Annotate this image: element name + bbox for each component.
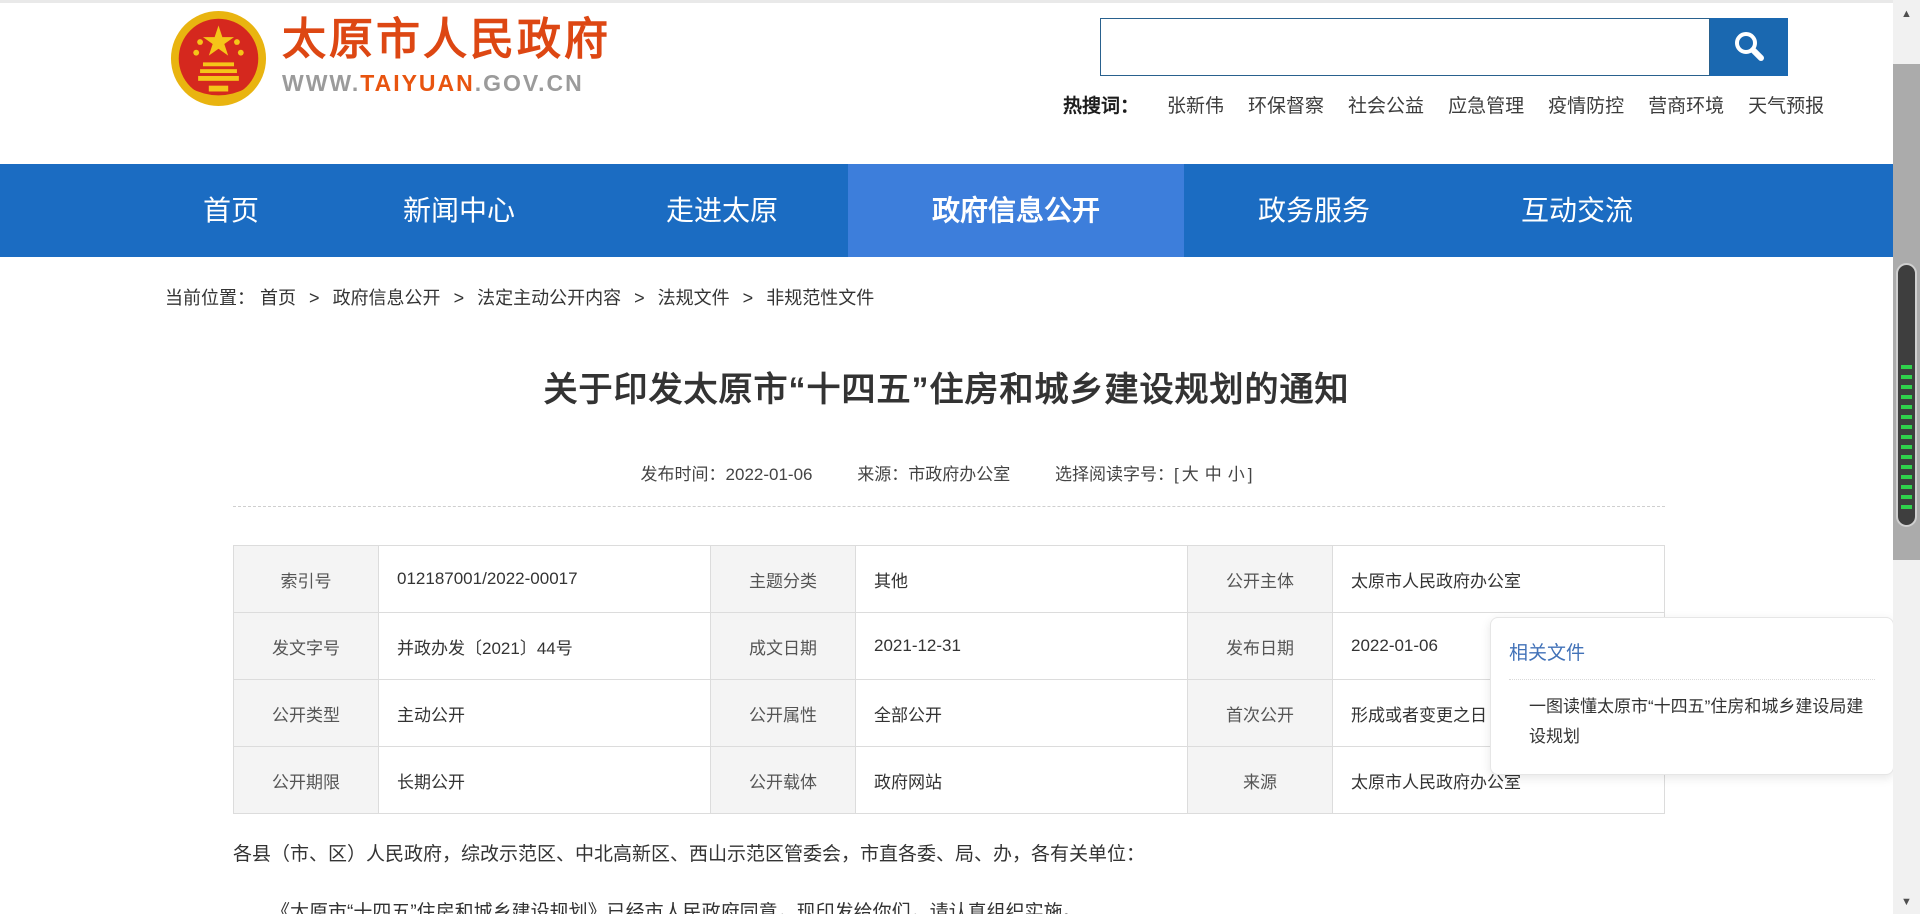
nav-item-home[interactable]: 首页 (140, 164, 322, 257)
cell-label: 成文日期 (711, 613, 856, 680)
cell-value: 2021-12-31 (856, 613, 1188, 680)
search-bar (1100, 18, 1788, 76)
cell-label: 公开属性 (711, 680, 856, 747)
cell-value: 其他 (856, 546, 1188, 613)
hot-search-label: 热搜词： (1063, 91, 1139, 118)
site-title: 太原市人民政府 (282, 14, 611, 66)
hot-keyword[interactable]: 疫情防控 (1548, 91, 1624, 118)
site-url: WWW.TAIYUAN.GOV.CN (282, 70, 611, 97)
cell-value: 012187001/2022-00017 (379, 546, 711, 613)
breadcrumb-separator: > (634, 288, 645, 308)
cell-value: 政府网站 (856, 747, 1188, 814)
font-size-small-button[interactable]: 小 (1228, 465, 1245, 484)
cell-label: 首次公开 (1188, 680, 1333, 747)
article-meta: 发布时间：2022-01-06 来源：市政府办公室 选择阅读字号：[大中小] (0, 460, 1893, 485)
source-label: 来源： (857, 465, 908, 484)
scrollbar-stripes (1901, 365, 1912, 513)
nav-item-gov-info-active[interactable]: 政府信息公开 (848, 164, 1184, 257)
breadcrumb-separator: > (454, 288, 465, 308)
scrollbar-down-arrow[interactable]: ▼ (1893, 892, 1920, 912)
table-row: 公开类型 主动公开 公开属性 全部公开 首次公开 形成或者变更之日 (234, 680, 1665, 747)
site-logo[interactable]: 太原市人民政府 WWW.TAIYUAN.GOV.CN (170, 10, 670, 110)
breadcrumb-regulations[interactable]: 法规文件 (658, 288, 730, 308)
nav-item-interaction[interactable]: 互动交流 (1444, 164, 1710, 257)
related-file-link[interactable]: 一图读懂太原市“十四五”住房和城乡建设局建设规划 (1509, 692, 1875, 752)
breadcrumb-home[interactable]: 首页 (260, 288, 296, 308)
article-paragraph: 《太原市“十四五”住房和城乡建设规划》已经市人民政府同意，现印发给你们，请认真组… (233, 898, 1613, 914)
related-files-divider (1509, 679, 1875, 680)
hot-keyword[interactable]: 营商环境 (1648, 91, 1724, 118)
breadcrumb-separator: > (309, 288, 320, 308)
hot-keyword[interactable]: 应急管理 (1448, 91, 1524, 118)
meta-divider (233, 506, 1665, 507)
bracket-open: [ (1174, 465, 1179, 484)
url-domain: TAIYUAN (360, 70, 475, 96)
brand-text: 太原市人民政府 WWW.TAIYUAN.GOV.CN (282, 14, 611, 97)
source-value: 市政府办公室 (908, 465, 1010, 484)
scrollbar-progress-widget[interactable] (1896, 263, 1917, 527)
table-row: 发文字号 并政办发〔2021〕44号 成文日期 2021-12-31 发布日期 … (234, 613, 1665, 680)
nav-item-services[interactable]: 政务服务 (1184, 164, 1444, 257)
cell-label: 公开主体 (1188, 546, 1333, 613)
cell-value: 并政办发〔2021〕44号 (379, 613, 711, 680)
publish-time-value: 2022-01-06 (726, 465, 813, 484)
cell-value: 长期公开 (379, 747, 711, 814)
search-icon (1732, 30, 1766, 64)
related-files-panel: 相关文件 一图读懂太原市“十四五”住房和城乡建设局建设规划 (1490, 617, 1894, 775)
search-button[interactable] (1710, 18, 1788, 76)
cell-label: 来源 (1188, 747, 1333, 814)
hot-keyword[interactable]: 天气预报 (1748, 91, 1824, 118)
cell-label: 发布日期 (1188, 613, 1333, 680)
cell-label: 主题分类 (711, 546, 856, 613)
main-nav: 首页 新闻中心 走进太原 政府信息公开 政务服务 互动交流 (0, 164, 1920, 257)
article-source: 来源：市政府办公室 (857, 465, 1010, 484)
breadcrumb-non-normative[interactable]: 非规范性文件 (766, 288, 874, 308)
scrollbar-up-arrow[interactable]: ▲ (1893, 4, 1920, 24)
publish-time: 发布时间：2022-01-06 (641, 465, 813, 484)
breadcrumb-label: 当前位置： (165, 288, 255, 308)
publish-time-label: 发布时间： (641, 465, 726, 484)
article-paragraph: 各县（市、区）人民政府，综改示范区、中北高新区、西山示范区管委会，市直各委、局、… (233, 840, 1613, 870)
national-emblem-icon (170, 10, 267, 107)
cell-label: 发文字号 (234, 613, 379, 680)
hot-keyword[interactable]: 社会公益 (1348, 91, 1424, 118)
site-header: 太原市人民政府 WWW.TAIYUAN.GOV.CN 热搜词： 张新伟 环保督察… (0, 3, 1893, 164)
nav-item-about-taiyuan[interactable]: 走进太原 (596, 164, 848, 257)
nav-item-news[interactable]: 新闻中心 (322, 164, 596, 257)
nav-spacer (0, 164, 140, 257)
document-info-table: 索引号 012187001/2022-00017 主题分类 其他 公开主体 太原… (233, 545, 1665, 814)
url-suffix: .GOV.CN (475, 70, 584, 96)
cell-label: 索引号 (234, 546, 379, 613)
hot-search-row: 热搜词： 张新伟 环保督察 社会公益 应急管理 疫情防控 营商环境 天气预报 (1063, 91, 1848, 118)
cell-label: 公开期限 (234, 747, 379, 814)
breadcrumb: 当前位置： 首页 > 政府信息公开 > 法定主动公开内容 > 法规文件 > 非规… (165, 284, 874, 310)
bracket-close: ] (1248, 465, 1253, 484)
search-input[interactable] (1100, 18, 1710, 76)
cell-label: 公开载体 (711, 747, 856, 814)
url-www: WWW. (282, 70, 360, 96)
vertical-scrollbar: ▲ ▼ (1893, 0, 1920, 914)
related-files-title: 相关文件 (1509, 638, 1875, 665)
breadcrumb-gov-info[interactable]: 政府信息公开 (333, 288, 441, 308)
page: 太原市人民政府 WWW.TAIYUAN.GOV.CN 热搜词： 张新伟 环保督察… (0, 0, 1920, 914)
table-row: 公开期限 长期公开 公开载体 政府网站 来源 太原市人民政府办公室 (234, 747, 1665, 814)
cell-value: 太原市人民政府办公室 (1333, 546, 1665, 613)
breadcrumb-legal-disclosure[interactable]: 法定主动公开内容 (477, 288, 621, 308)
breadcrumb-separator: > (743, 288, 754, 308)
font-size-large-button[interactable]: 大 (1182, 465, 1199, 484)
hot-keyword[interactable]: 环保督察 (1248, 91, 1324, 118)
hot-keyword[interactable]: 张新伟 (1167, 91, 1224, 118)
cell-value: 全部公开 (856, 680, 1188, 747)
cell-label: 公开类型 (234, 680, 379, 747)
font-size-selector: 选择阅读字号：[大中小] (1055, 465, 1252, 484)
page-title: 关于印发太原市“十四五”住房和城乡建设规划的通知 (0, 362, 1893, 411)
table-row: 索引号 012187001/2022-00017 主题分类 其他 公开主体 太原… (234, 546, 1665, 613)
cell-value: 主动公开 (379, 680, 711, 747)
font-size-label: 选择阅读字号： (1055, 465, 1174, 484)
font-size-medium-button[interactable]: 中 (1205, 465, 1222, 484)
